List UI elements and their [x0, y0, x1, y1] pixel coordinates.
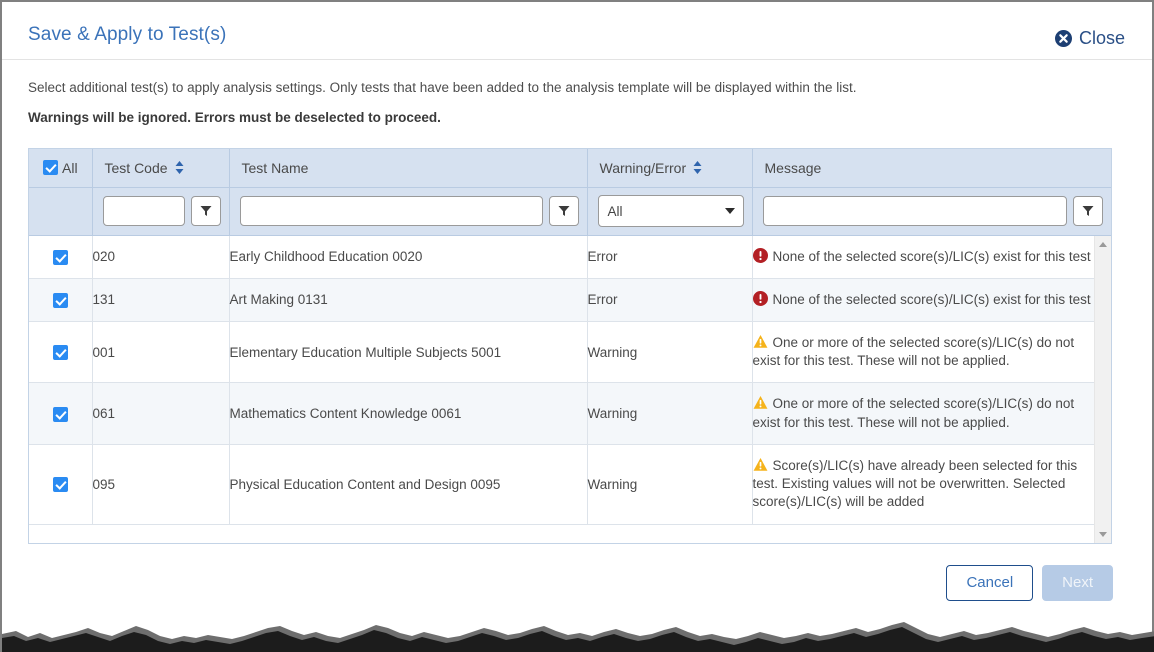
warning-icon — [753, 334, 767, 348]
table-row[interactable]: 095 Physical Education Content and Design… — [29, 444, 1095, 525]
warning-note-text: Warnings will be ignored. Errors must be… — [28, 109, 441, 125]
dialog-body: Select additional test(s) to apply analy… — [2, 60, 1152, 601]
row-select-cell — [29, 321, 93, 384]
cell-warning-error: Warning — [587, 321, 753, 384]
filter-funnel-icon — [200, 206, 211, 217]
message-text: One or more of the selected score(s)/LIC… — [752, 396, 1075, 430]
message-text: None of the selected score(s)/LIC(s) exi… — [772, 248, 1091, 264]
cell-test-code: 020 — [92, 235, 230, 279]
scroll-up-arrow-icon[interactable] — [1099, 241, 1107, 247]
cell-message: One or more of the selected score(s)/LIC… — [752, 321, 1095, 384]
row-checkbox[interactable] — [52, 406, 68, 422]
column-header-warning-error-label: Warning/Error — [599, 159, 687, 176]
test-name-filter-button[interactable] — [548, 196, 579, 227]
grid-filter-row: All — [29, 187, 1111, 236]
table-row[interactable]: 131 Art Making 0131 Error None of the selec… — [29, 278, 1095, 323]
instruction-text: Select additional test(s) to apply analy… — [28, 80, 857, 95]
error-icon — [752, 290, 768, 306]
warning-error-filter-select[interactable]: All — [597, 195, 744, 228]
cell-test-code: 131 — [92, 278, 230, 323]
table-row[interactable]: 001 Elementary Education Multiple Subject… — [29, 321, 1095, 384]
column-header-message: Message — [752, 149, 1111, 188]
tests-grid: All Test Code Test Name Warning/Error Me… — [28, 148, 1112, 544]
row-select-cell — [29, 235, 93, 279]
test-code-filter-button[interactable] — [190, 196, 221, 227]
cell-test-name: Early Childhood Education 0020 — [229, 235, 588, 279]
filter-cell-test-name — [229, 187, 588, 236]
close-label: Close — [1078, 28, 1125, 48]
cell-test-code: 061 — [92, 382, 230, 445]
cell-warning-error: Error — [587, 278, 753, 323]
row-select-cell — [29, 444, 93, 525]
cell-test-name: Art Making 0131 — [229, 278, 588, 323]
column-header-test-code-label: Test Code — [104, 159, 168, 176]
cell-message: One or more of the selected score(s)/LIC… — [752, 382, 1095, 445]
table-row[interactable]: 061 Mathematics Content Knowledge 0061 War… — [29, 382, 1095, 445]
column-header-warning-error[interactable]: Warning/Error — [587, 149, 753, 188]
row-checkbox[interactable] — [52, 249, 68, 265]
chevron-down-icon — [724, 208, 735, 215]
warning-icon — [753, 396, 767, 410]
cell-test-name: Mathematics Content Knowledge 0061 — [229, 382, 588, 445]
row-checkbox[interactable] — [52, 477, 68, 493]
cancel-button[interactable]: Cancel — [946, 564, 1034, 601]
row-select-cell — [29, 382, 93, 445]
column-header-test-name: Test Name — [229, 149, 588, 188]
message-text: Score(s)/LIC(s) have already been select… — [752, 457, 1078, 510]
filter-cell-warning-error: All — [587, 187, 753, 236]
filter-cell-select — [29, 187, 93, 236]
torn-edge-icon — [2, 622, 1154, 652]
save-apply-dialog: Save & Apply to Test(s) Close Select add… — [0, 0, 1154, 652]
cell-message: Score(s)/LIC(s) have already been select… — [752, 444, 1095, 525]
row-checkbox[interactable] — [52, 345, 68, 361]
grid-body-table: 020 Early Childhood Education 0020 Error No… — [29, 235, 1095, 525]
message-text: One or more of the selected score(s)/LIC… — [752, 335, 1075, 369]
sort-updown-icon[interactable] — [693, 161, 702, 175]
cell-warning-error: Warning — [587, 444, 753, 525]
select-all-label: All — [62, 159, 78, 176]
message-filter-input[interactable] — [762, 196, 1067, 227]
cell-test-name: Physical Education Content and Design 00… — [229, 444, 588, 525]
sort-updown-icon[interactable] — [175, 161, 184, 175]
select-all-checkbox[interactable] — [43, 160, 58, 176]
next-button: Next — [1042, 564, 1113, 601]
row-checkbox[interactable] — [52, 292, 68, 308]
close-button[interactable]: Close — [1054, 28, 1125, 49]
dialog-footer: Cancel Next — [28, 564, 1126, 601]
torn-edge-decoration — [2, 612, 1154, 652]
cell-test-name: Elementary Education Multiple Subjects 5… — [229, 321, 588, 384]
grid-body-scroll-area: 020 Early Childhood Education 0020 Error No… — [29, 235, 1111, 543]
column-header-test-code[interactable]: Test Code — [92, 149, 230, 188]
column-header-select: All — [29, 149, 93, 188]
test-code-filter-input[interactable] — [102, 196, 185, 227]
table-row[interactable]: 020 Early Childhood Education 0020 Error No… — [29, 235, 1095, 279]
test-name-filter-input[interactable] — [239, 196, 543, 227]
row-select-cell — [29, 278, 93, 323]
cell-warning-error: Warning — [587, 382, 753, 445]
message-text: None of the selected score(s)/LIC(s) exi… — [772, 291, 1091, 307]
filter-funnel-icon — [558, 206, 569, 217]
grid-vertical-scrollbar[interactable] — [1094, 235, 1111, 543]
error-icon — [752, 247, 768, 263]
dialog-header: Save & Apply to Test(s) Close — [2, 2, 1152, 60]
warning-error-filter-value: All — [607, 203, 623, 219]
filter-cell-test-code — [92, 187, 230, 236]
filter-funnel-icon — [1082, 206, 1094, 217]
close-circle-icon — [1054, 30, 1072, 47]
grid-header-row: All Test Code Test Name Warning/Error Me… — [29, 149, 1111, 188]
cell-message: None of the selected score(s)/LIC(s) exi… — [752, 278, 1095, 323]
warning-icon — [753, 457, 767, 471]
cell-test-code: 001 — [92, 321, 230, 384]
cell-warning-error: Error — [587, 235, 753, 279]
message-filter-button[interactable] — [1073, 196, 1103, 227]
cell-message: None of the selected score(s)/LIC(s) exi… — [752, 235, 1095, 279]
grid-header-table: All Test Code Test Name Warning/Error Me… — [29, 149, 1111, 236]
column-header-message-label: Message — [764, 159, 822, 176]
cell-test-code: 095 — [92, 444, 230, 525]
scroll-down-arrow-icon[interactable] — [1099, 531, 1107, 537]
page-title: Save & Apply to Test(s) — [28, 24, 227, 45]
column-header-test-name-label: Test Name — [241, 159, 309, 176]
filter-cell-message — [752, 187, 1111, 236]
